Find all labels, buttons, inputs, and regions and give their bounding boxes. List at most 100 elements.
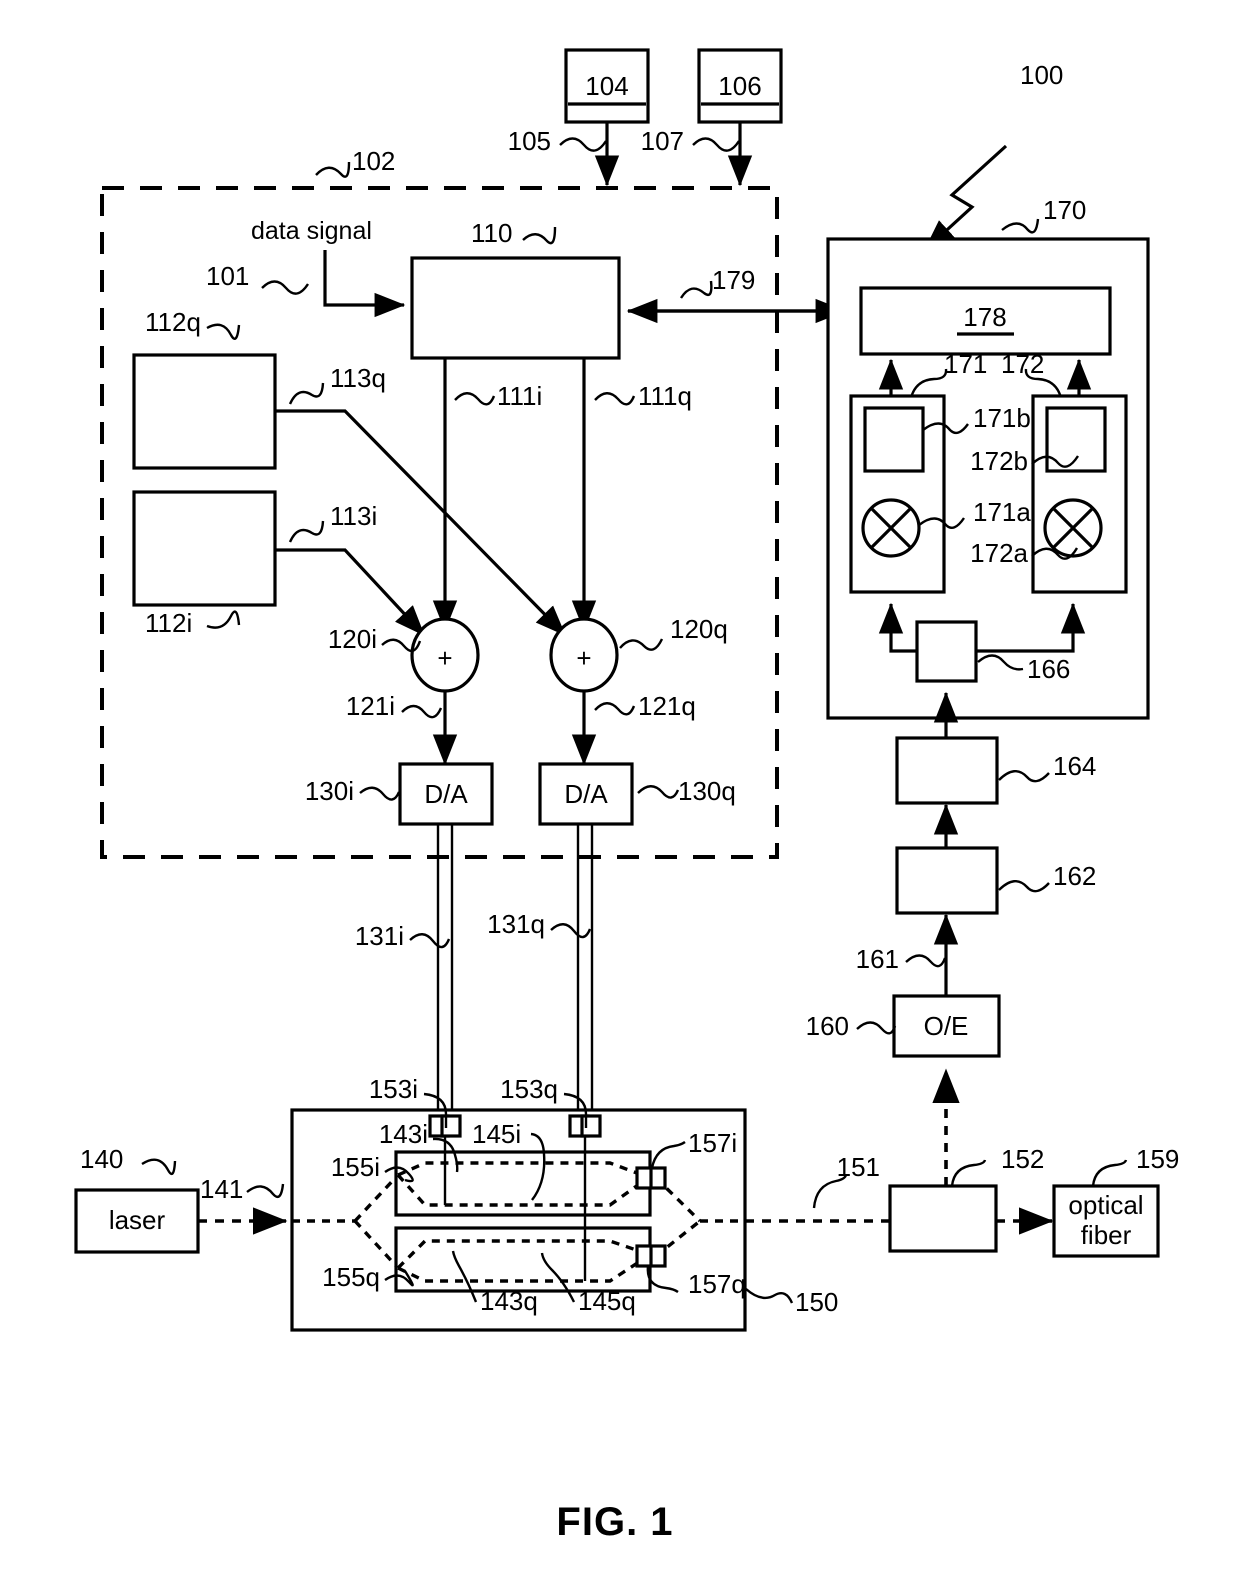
signal-113i xyxy=(275,548,426,637)
ref-121i: 121i xyxy=(346,691,395,721)
ref-105: 105 xyxy=(508,126,551,156)
ref-113q: 113q xyxy=(330,363,386,393)
leader-120q xyxy=(619,638,664,651)
leader-110 xyxy=(522,226,557,245)
figure-1-diagram: 100 104 105 106 107 102 data signal 101 … xyxy=(74,48,1179,1544)
ref-145i: 145i xyxy=(472,1119,521,1149)
leader-112q xyxy=(206,323,241,340)
patent-figure-page: 100 104 105 106 107 102 data signal 101 … xyxy=(0,0,1240,1575)
ref-130i: 130i xyxy=(305,776,354,806)
ref-160: 160 xyxy=(806,1011,849,1041)
leader-170 xyxy=(1001,218,1040,234)
data-signal-label: data signal xyxy=(251,217,372,245)
block-112i xyxy=(132,490,277,607)
leader-151 xyxy=(812,1173,848,1209)
block-159-label-line1: optical xyxy=(1068,1190,1143,1220)
ref-162: 162 xyxy=(1053,861,1096,891)
leader-121i xyxy=(401,704,443,719)
ref-120i: 120i xyxy=(328,624,377,654)
leader-113i xyxy=(288,520,325,543)
leader-179 xyxy=(679,280,713,299)
leader-131q xyxy=(550,923,592,939)
ref-141: 141 xyxy=(200,1174,243,1204)
ref-155q: 155q xyxy=(322,1262,380,1292)
block-130q-label: D/A xyxy=(564,779,608,809)
leader-152 xyxy=(950,1159,987,1187)
ref-150: 150 xyxy=(795,1287,838,1317)
signal-113q xyxy=(275,409,567,637)
ref-161: 161 xyxy=(856,944,899,974)
block-166 xyxy=(915,620,978,683)
ref-157i: 157i xyxy=(688,1128,737,1158)
data-signal-path-101 xyxy=(323,250,406,318)
ref-145q: 145q xyxy=(578,1286,636,1316)
ref-107: 107 xyxy=(641,126,684,156)
ref-131q: 131q xyxy=(487,909,545,939)
ref-101: 101 xyxy=(206,261,249,291)
leader-164 xyxy=(998,770,1050,783)
ref-143q: 143q xyxy=(480,1286,538,1316)
signal-131q xyxy=(576,824,594,1124)
ref-120q: 120q xyxy=(670,614,728,644)
ref-172: 172 xyxy=(1001,349,1044,379)
leader-105 xyxy=(559,137,608,152)
ref-130q: 130q xyxy=(678,776,736,806)
ref-166: 166 xyxy=(1027,654,1070,684)
leader-102 xyxy=(315,161,351,178)
leader-130q xyxy=(637,785,680,799)
ref-112q: 112q xyxy=(145,307,201,337)
ref-140: 140 xyxy=(80,1144,123,1174)
leader-101 xyxy=(261,280,310,295)
leader-113q xyxy=(288,382,325,405)
leader-130i xyxy=(359,786,401,801)
ref-111i: 111i xyxy=(497,381,542,411)
ref-153i: 153i xyxy=(369,1074,418,1104)
adder-120q-symbol: + xyxy=(576,643,591,673)
leader-111q xyxy=(594,392,636,406)
leader-162 xyxy=(998,880,1050,893)
ref-110: 110 xyxy=(471,218,512,248)
block-110 xyxy=(410,256,621,360)
ref-171: 171 xyxy=(944,349,987,379)
ref-172a: 172a xyxy=(970,538,1028,568)
block-160-label: O/E xyxy=(924,1011,969,1041)
ref-111q: 111q xyxy=(638,381,692,411)
block-178-label: 178 xyxy=(963,302,1006,332)
ref-152: 152 xyxy=(1001,1144,1044,1174)
ref-131i: 131i xyxy=(355,921,404,951)
phase-shifter-157i xyxy=(635,1166,667,1190)
block-140-label: laser xyxy=(109,1205,166,1235)
ref-143i: 143i xyxy=(379,1119,428,1149)
leader-141 xyxy=(246,1183,285,1199)
ref-153q: 153q xyxy=(500,1074,558,1104)
leader-107 xyxy=(692,137,741,152)
leader-150 xyxy=(745,1288,794,1304)
ref-159: 159 xyxy=(1136,1144,1179,1174)
ref-172b: 172b xyxy=(970,446,1028,476)
signal-131i xyxy=(436,824,454,1124)
leader-159 xyxy=(1091,1159,1128,1187)
ref-179: 179 xyxy=(712,265,755,295)
ref-171a: 171a xyxy=(973,497,1031,527)
ref-102: 102 xyxy=(352,146,395,176)
system-100-pointer xyxy=(923,144,1008,252)
ref-113i: 113i xyxy=(330,501,377,531)
leader-121q xyxy=(594,702,636,716)
ref-121q: 121q xyxy=(638,691,696,721)
block-162 xyxy=(895,846,999,915)
ref-164: 164 xyxy=(1053,751,1096,781)
ref-112i: 112i xyxy=(145,608,192,638)
figure-caption: FIG. 1 xyxy=(556,1500,673,1544)
block-164 xyxy=(895,736,999,805)
ref-170: 170 xyxy=(1043,195,1086,225)
ref-157q: 157q xyxy=(688,1269,746,1299)
block-104-label: 104 xyxy=(585,71,628,101)
block-130i-label: D/A xyxy=(424,779,468,809)
leader-160 xyxy=(856,1021,897,1035)
leader-161 xyxy=(905,954,947,968)
leader-111i xyxy=(454,392,496,406)
block-171b xyxy=(863,406,925,473)
leader-140 xyxy=(141,1158,177,1176)
block-106-label: 106 xyxy=(718,71,761,101)
block-159-label-line2: fiber xyxy=(1081,1220,1132,1250)
